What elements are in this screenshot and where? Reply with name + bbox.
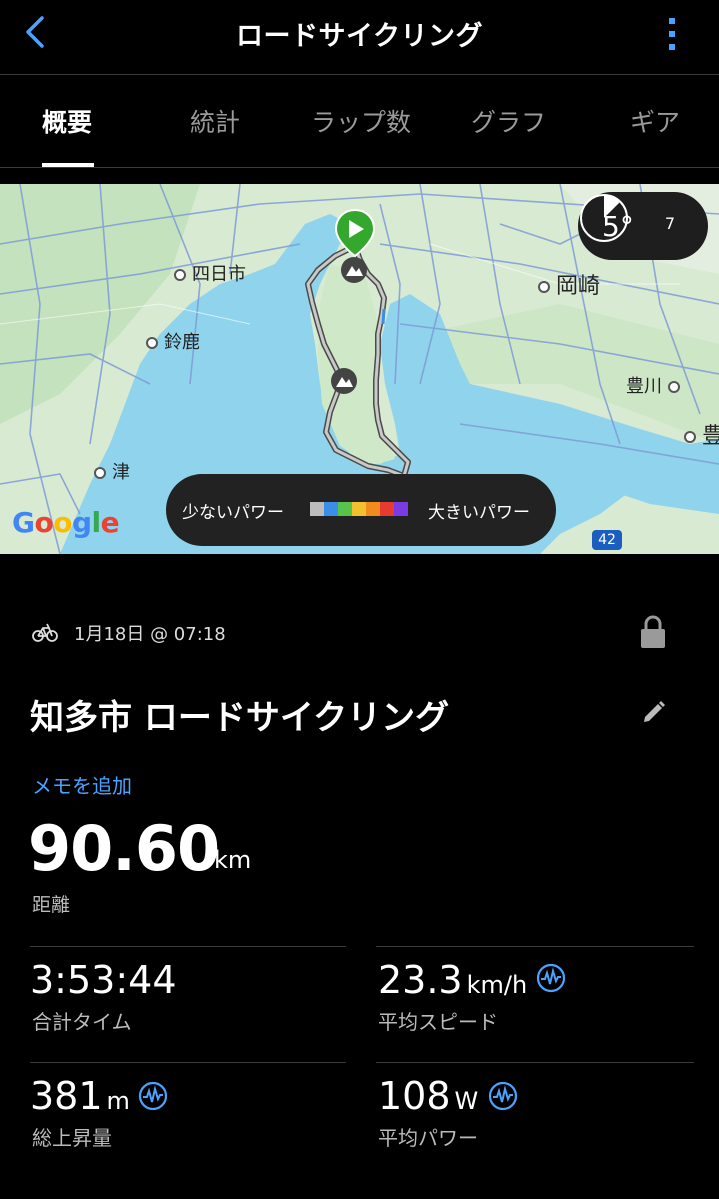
- page-title: ロードサイクリング: [236, 21, 483, 52]
- city-label: 津: [94, 458, 130, 484]
- distance-unit: km: [214, 846, 252, 874]
- distance-label: 距離: [32, 894, 71, 916]
- wind-value: 7: [664, 214, 676, 233]
- avg-power-label: 平均パワー: [378, 1126, 478, 1150]
- power-legend: 少ないパワー 大きいパワー: [166, 474, 556, 546]
- lock-icon[interactable]: [638, 614, 668, 650]
- wind-dial-icon: [580, 194, 628, 242]
- add-memo-link[interactable]: メモを追加: [32, 770, 132, 799]
- stat-divider: [376, 946, 694, 947]
- city-label: 岡崎: [538, 268, 600, 300]
- activity-name: 知多市 ロードサイクリング: [30, 698, 450, 738]
- avg-speed-label: 平均スピード: [378, 1010, 498, 1034]
- activity-date: 1月18日 @ 07:18: [74, 624, 226, 645]
- total-time-value: 3:53:44: [30, 958, 177, 1002]
- tab-bar: 概要 統計 ラップ数 グラフ ギア: [0, 75, 719, 167]
- stat-divider: [30, 1062, 346, 1063]
- legend-high-label: 大きいパワー: [428, 503, 530, 523]
- elevation-gain-label: 総上昇量: [32, 1126, 112, 1150]
- activity-wave-icon[interactable]: [488, 1081, 518, 1111]
- route-map[interactable]: 四日市 鈴鹿 津 岡崎 豊川 豊 5° 7 Google 少ないパワー 大きいパ…: [0, 184, 719, 554]
- city-label: 豊川: [626, 372, 680, 398]
- stat-divider: [30, 946, 346, 947]
- more-vertical-icon[interactable]: [660, 16, 684, 52]
- tab-overview[interactable]: 概要: [42, 103, 92, 139]
- weather-badge: 5° 7: [578, 192, 708, 260]
- tab-laps[interactable]: ラップ数: [311, 103, 411, 139]
- tabs-divider: [0, 167, 719, 168]
- legend-low-label: 少ないパワー: [182, 503, 284, 523]
- city-label: 四日市: [174, 260, 246, 286]
- google-logo: Google: [12, 506, 120, 539]
- distance-value: 90.60: [28, 812, 220, 885]
- route-number-badge: 42: [592, 530, 622, 550]
- avg-power-value: 108 W: [378, 1074, 479, 1118]
- total-time-label: 合計タイム: [32, 1010, 132, 1034]
- pencil-icon[interactable]: [640, 700, 666, 726]
- tab-graph[interactable]: グラフ: [471, 103, 546, 139]
- stat-divider: [376, 1062, 694, 1063]
- city-label: 豊: [684, 418, 719, 450]
- elevation-gain-value: 381 m: [30, 1074, 130, 1118]
- city-label: 鈴鹿: [146, 328, 200, 354]
- tab-stats[interactable]: 統計: [190, 103, 240, 139]
- activity-wave-icon[interactable]: [138, 1081, 168, 1111]
- bicycle-icon: [32, 623, 58, 642]
- avg-speed-value: 23.3 km/h: [378, 958, 528, 1002]
- activity-wave-icon[interactable]: [536, 963, 566, 993]
- top-bar: ロードサイクリング: [0, 0, 719, 74]
- legend-color-bar: [310, 502, 408, 516]
- tab-gear[interactable]: ギア: [630, 103, 680, 139]
